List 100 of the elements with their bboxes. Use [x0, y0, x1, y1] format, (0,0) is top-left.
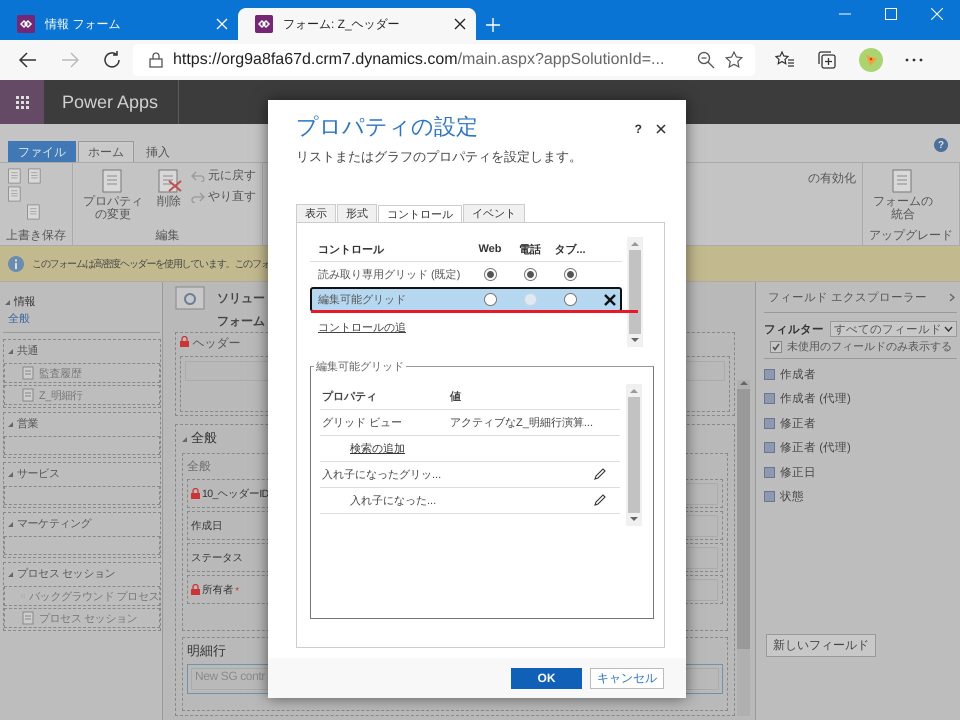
property-name: 入れ子になったグリッ...: [322, 469, 442, 481]
nav-group-header[interactable]: 情報: [3, 294, 162, 309]
close-icon[interactable]: [656, 124, 666, 134]
ribbon-group-label: アップグレード: [869, 227, 953, 244]
field-list-item[interactable]: 修正者: [764, 411, 957, 436]
ribbon-button[interactable]: プロパティの変更: [79, 167, 147, 227]
ribbon-button[interactable]: の有効化: [808, 170, 856, 227]
ribbon-button[interactable]: 削除: [155, 167, 183, 227]
app-logo-icon: [17, 15, 35, 33]
radio-button[interactable]: [524, 268, 536, 281]
field-icon: [764, 418, 775, 429]
help-button[interactable]: ?: [934, 138, 948, 152]
maximize-icon[interactable]: [885, 8, 897, 20]
undo-icon: [191, 170, 205, 182]
field-label: 作成日: [191, 518, 222, 532]
scroll-up-icon[interactable]: [630, 388, 638, 393]
ribbon-tab[interactable]: ホーム: [78, 141, 134, 162]
checkbox[interactable]: [770, 340, 782, 352]
expander-icon[interactable]: [8, 572, 13, 577]
info-icon: [8, 256, 24, 272]
field-list-item[interactable]: 作成者: [764, 362, 957, 386]
field-list-item[interactable]: 状態: [764, 484, 957, 509]
lock-icon: [180, 336, 189, 347]
document-icon: [21, 366, 35, 380]
filter-dropdown[interactable]: すべてのフィールド: [830, 321, 957, 337]
address-bar[interactable]: https://org9a8fa67d.crm7.dynamics.com/main.aspx?appSolutionId=...: [133, 44, 755, 76]
control-row[interactable]: 読み取り専用グリッド (既定): [310, 262, 622, 287]
radio-button[interactable]: [484, 268, 496, 281]
nav-link[interactable]: 全般: [3, 311, 162, 326]
browser-tab[interactable]: 情報 フォーム: [0, 8, 238, 40]
expander-icon[interactable]: [8, 472, 13, 477]
scrollbar[interactable]: [627, 237, 643, 347]
tab-label: 全般: [191, 430, 217, 445]
dialog-title: プロパティの設定: [296, 113, 479, 141]
notification-message: このフォームは高密度ヘッダーを使用しています。このフォ: [32, 258, 270, 270]
field-list-item[interactable]: 作成者 (代理): [764, 386, 957, 411]
dialog-tab[interactable]: 表示: [296, 204, 336, 222]
refresh-icon[interactable]: [102, 50, 122, 70]
scroll-down-icon[interactable]: [631, 338, 639, 343]
scroll-up-icon[interactable]: [740, 380, 748, 385]
star-icon[interactable]: [725, 51, 743, 69]
dialog-tab[interactable]: 形式: [337, 204, 377, 222]
expander-icon[interactable]: [5, 300, 10, 305]
ribbon-button[interactable]: フォームの統合: [869, 167, 937, 227]
new-field-button[interactable]: 新しいフィールド: [766, 634, 876, 657]
expander-icon[interactable]: [8, 349, 13, 354]
expander-icon[interactable]: [182, 437, 187, 442]
scroll-down-icon[interactable]: [630, 517, 638, 522]
new-tab-icon[interactable]: [486, 18, 500, 32]
ribbon-tab[interactable]: ファイル: [8, 141, 76, 162]
pencil-icon[interactable]: [594, 466, 607, 480]
collections-icon[interactable]: [817, 50, 837, 70]
add-lookup-link[interactable]: 検索の追加: [322, 443, 405, 455]
field-list-item[interactable]: 修正者 (代理): [764, 436, 957, 460]
form-title: ソリュー: [217, 290, 265, 307]
field-icon: [764, 393, 775, 404]
browser-tab[interactable]: フォーム: Z_ヘッダー: [238, 8, 476, 40]
add-control-link[interactable]: コントロールの追: [318, 320, 406, 335]
ribbon-button[interactable]: 元に戻す: [191, 167, 256, 184]
nav-section-label: プロセス セッション: [17, 568, 116, 580]
ribbon-tab[interactable]: 挿入: [136, 141, 180, 162]
filter-label: フィルター: [764, 322, 824, 336]
section-label: 全般: [187, 458, 211, 475]
group-legend: 編集可能グリッド: [314, 359, 406, 374]
column-header: コントロール: [318, 242, 385, 256]
nav-section-label: サービス: [17, 468, 60, 480]
dialog-tab[interactable]: イベント: [463, 204, 525, 222]
column-header: 値: [450, 390, 462, 404]
ok-button[interactable]: OK: [511, 668, 582, 688]
field-label: ステータス: [191, 550, 244, 564]
more-icon[interactable]: [905, 58, 923, 62]
expander-icon[interactable]: [8, 422, 13, 427]
back-icon[interactable]: [18, 50, 38, 70]
app-logo-icon: [255, 15, 273, 33]
document-icon: [21, 388, 35, 402]
dialog-subtitle: リストまたはグラフのプロパティを設定します。: [295, 148, 583, 166]
ribbon-group-label: 上書き保存: [6, 227, 66, 244]
property-name: 入れ子になった...: [349, 495, 436, 507]
pencil-icon[interactable]: [594, 492, 607, 506]
field-icon: [764, 491, 775, 502]
redo-icon: [191, 190, 205, 202]
expander-icon[interactable]: [8, 522, 13, 527]
radio-button[interactable]: [564, 268, 576, 281]
radio-button[interactable]: [564, 293, 576, 306]
scrollbar[interactable]: [737, 380, 750, 716]
radio-button[interactable]: [484, 293, 496, 306]
remove-icon[interactable]: [604, 294, 616, 306]
column-header: Web: [478, 243, 502, 255]
help-button[interactable]: ?: [634, 122, 642, 136]
scrollbar[interactable]: [626, 384, 642, 526]
dialog-tab[interactable]: コントロール: [378, 205, 462, 223]
close-icon[interactable]: [454, 18, 466, 30]
chevron-right-icon[interactable]: [949, 292, 955, 302]
control-row[interactable]: 編集可能グリッド: [310, 287, 622, 312]
app-launcher-button[interactable]: [0, 80, 44, 124]
cancel-button[interactable]: キャンセル: [590, 668, 664, 688]
zoom-out-icon[interactable]: [697, 51, 715, 69]
ribbon-group-label: 編集: [154, 227, 180, 244]
ribbon-button[interactable]: やり直す: [191, 188, 256, 205]
field-list-item[interactable]: 修正日: [764, 460, 957, 484]
